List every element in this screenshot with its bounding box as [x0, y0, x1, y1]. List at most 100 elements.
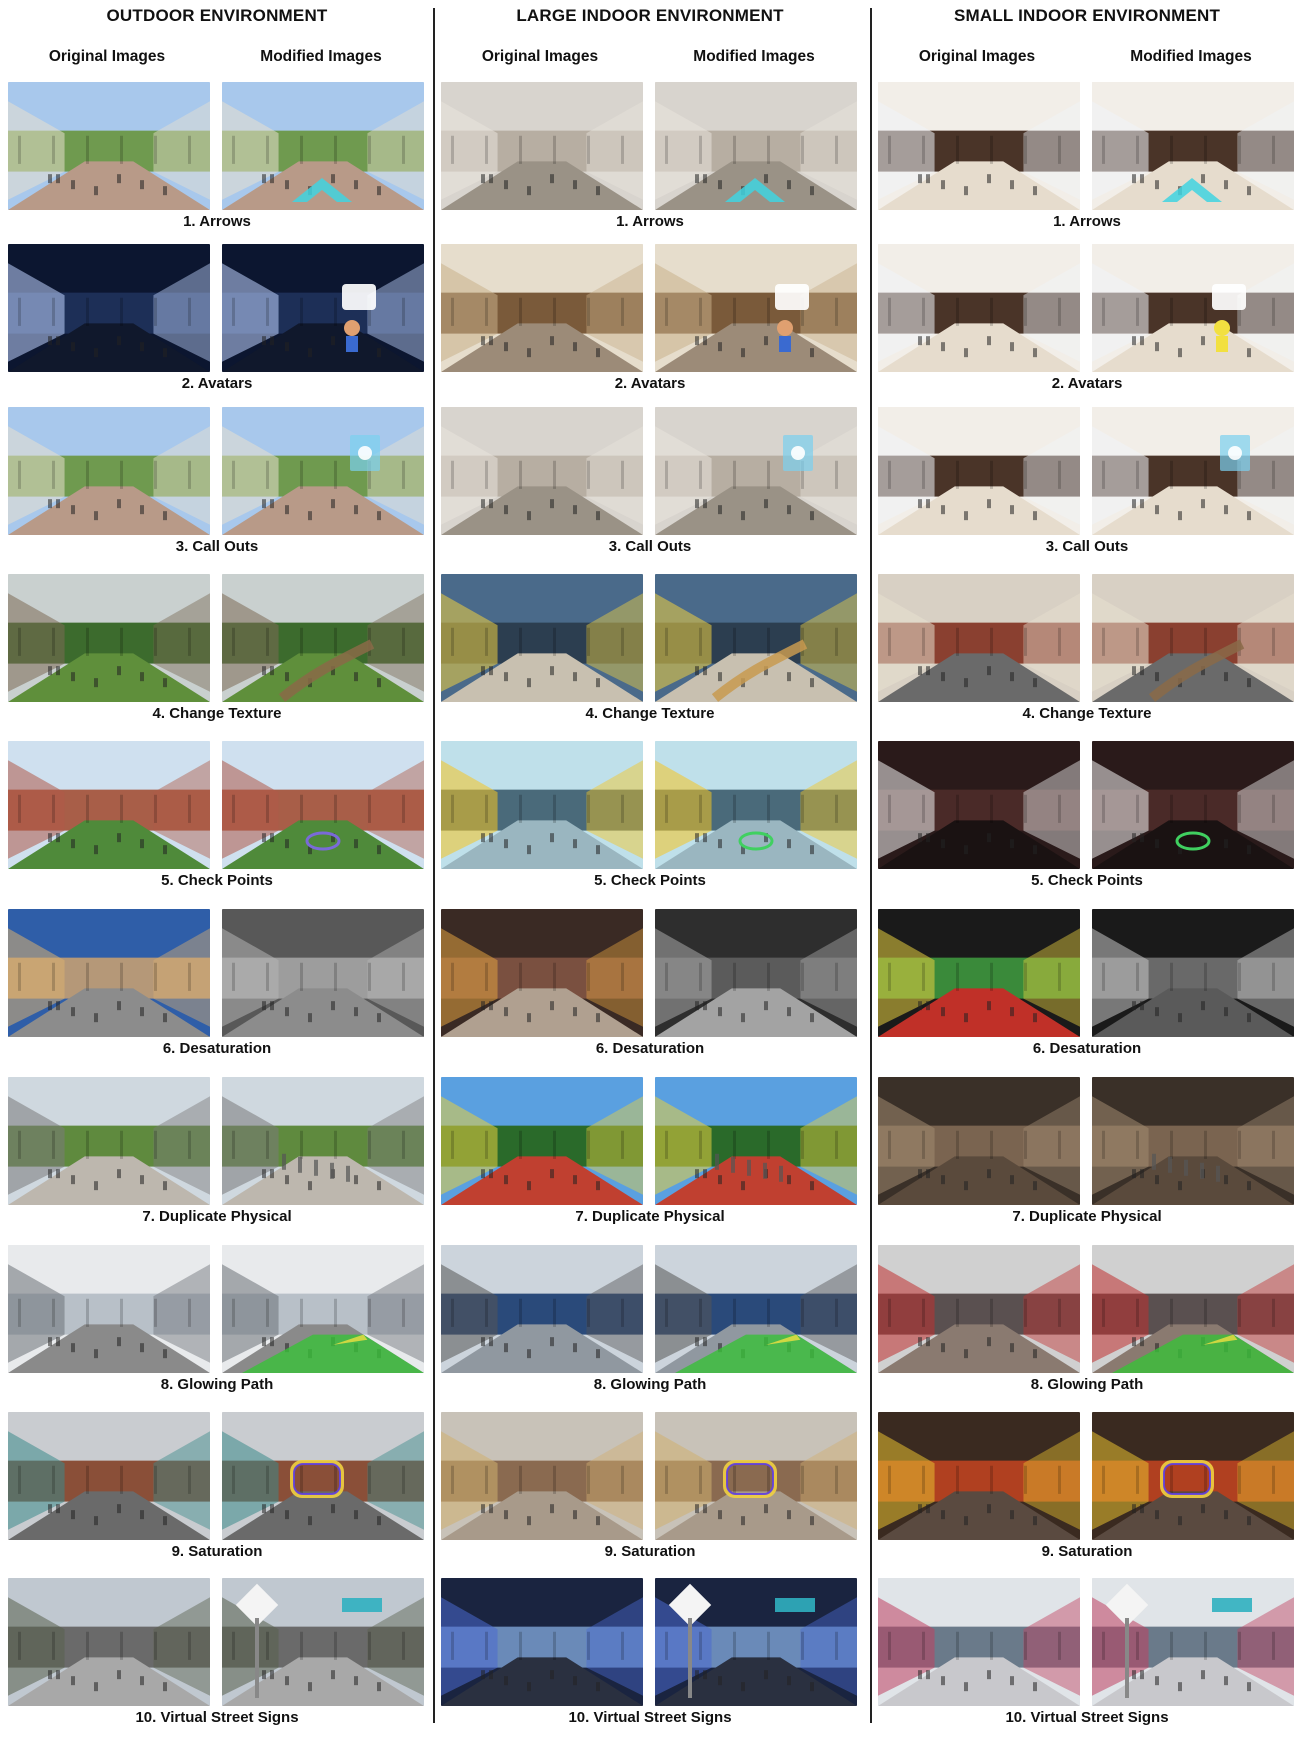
modified-image: [655, 741, 857, 869]
original-scene-photo: [441, 909, 643, 1037]
column-title: OUTDOOR ENVIRONMENT: [106, 6, 328, 25]
original-scene-photo: [8, 1578, 210, 1706]
technique-label: 4. Change Texture: [152, 705, 282, 722]
original-scene-photo: [878, 741, 1080, 869]
column-title: SMALL INDOOR ENVIRONMENT: [953, 6, 1221, 25]
modified-scene-photo: [1092, 1578, 1294, 1706]
technique-row: 4. Change Texture: [435, 574, 865, 724]
original-image: [878, 82, 1080, 210]
modified-scene-photo: [655, 1412, 857, 1540]
technique-label: 10. Virtual Street Signs: [568, 1709, 732, 1726]
technique-row: 4. Change Texture: [2, 574, 432, 724]
technique-label: 1. Arrows: [183, 213, 251, 230]
original-image: [878, 1412, 1080, 1540]
modified-scene-photo: [222, 82, 424, 210]
technique-label: 3. Call Outs: [1045, 538, 1129, 555]
technique-label: 10. Virtual Street Signs: [1005, 1709, 1169, 1726]
modified-scene-photo: [655, 244, 857, 372]
original-image: [441, 407, 643, 535]
modified-scene-photo: [1092, 574, 1294, 702]
modified-scene-photo: [655, 1245, 857, 1373]
modified-image: [1092, 82, 1294, 210]
modified-scene-photo: [1092, 1077, 1294, 1205]
modified-image: [655, 574, 857, 702]
technique-row: 10. Virtual Street Signs: [2, 1578, 432, 1728]
modified-scene-photo: [1092, 407, 1294, 535]
original-image: [8, 1077, 210, 1205]
modified-images-header: Modified Images: [693, 48, 815, 65]
technique-row: 9. Saturation: [435, 1412, 865, 1562]
modified-image: [1092, 1077, 1294, 1205]
original-image: [8, 741, 210, 869]
technique-row: 2. Avatars: [435, 244, 865, 394]
original-image: [878, 574, 1080, 702]
original-image: [8, 909, 210, 1037]
modified-image: [655, 244, 857, 372]
original-images-header: Original Images: [48, 48, 166, 65]
technique-label: 5. Check Points: [161, 872, 273, 889]
modified-image: [222, 82, 424, 210]
modified-scene-photo: [1092, 1412, 1294, 1540]
technique-label: 6. Desaturation: [595, 1040, 705, 1057]
technique-row: 2. Avatars: [2, 244, 432, 394]
modified-scene-photo: [1092, 741, 1294, 869]
modified-scene-photo: [222, 1077, 424, 1205]
original-images-header: Original Images: [481, 48, 599, 65]
technique-label: 4. Change Texture: [1022, 705, 1152, 722]
original-image: [878, 1245, 1080, 1373]
column-large-indoor: LARGE INDOOR ENVIRONMENT Original Images…: [435, 0, 865, 1740]
technique-row: 1. Arrows: [435, 82, 865, 232]
modified-images-header: Modified Images: [260, 48, 382, 65]
technique-row: 5. Check Points: [2, 741, 432, 891]
technique-label: 8. Glowing Path: [593, 1376, 707, 1393]
technique-row: 9. Saturation: [872, 1412, 1302, 1562]
original-image: [441, 1412, 643, 1540]
technique-row: 7. Duplicate Physical: [435, 1077, 865, 1227]
original-image: [441, 1578, 643, 1706]
modified-image: [1092, 244, 1294, 372]
technique-label: 1. Arrows: [1053, 213, 1121, 230]
technique-label: 2. Avatars: [614, 375, 686, 392]
original-image: [441, 244, 643, 372]
column-title: LARGE INDOOR ENVIRONMENT: [516, 6, 784, 25]
modified-scene-photo: [655, 82, 857, 210]
technique-row: 7. Duplicate Physical: [2, 1077, 432, 1227]
original-scene-photo: [441, 1578, 643, 1706]
technique-label: 1. Arrows: [616, 213, 684, 230]
technique-label: 2. Avatars: [1051, 375, 1123, 392]
original-image: [878, 741, 1080, 869]
technique-label: 4. Change Texture: [585, 705, 715, 722]
technique-label: 7. Duplicate Physical: [142, 1208, 292, 1225]
modified-image: [655, 1412, 857, 1540]
modified-scene-photo: [655, 909, 857, 1037]
original-image: [878, 1077, 1080, 1205]
modified-image: [1092, 1412, 1294, 1540]
modified-scene-photo: [655, 1578, 857, 1706]
modified-scene-photo: [655, 574, 857, 702]
original-scene-photo: [8, 574, 210, 702]
technique-row: 6. Desaturation: [435, 909, 865, 1059]
original-scene-photo: [878, 407, 1080, 535]
technique-label: 7. Duplicate Physical: [575, 1208, 725, 1225]
modified-image: [222, 1578, 424, 1706]
technique-label: 3. Call Outs: [175, 538, 259, 555]
modified-scene-photo: [1092, 909, 1294, 1037]
modified-image: [655, 1578, 857, 1706]
modified-scene-photo: [222, 407, 424, 535]
original-image: [441, 1077, 643, 1205]
original-image: [8, 82, 210, 210]
original-image: [441, 741, 643, 869]
technique-row: 5. Check Points: [872, 741, 1302, 891]
modified-image: [222, 1412, 424, 1540]
modified-image: [222, 909, 424, 1037]
original-image: [878, 1578, 1080, 1706]
modified-image: [655, 407, 857, 535]
technique-row: 1. Arrows: [872, 82, 1302, 232]
modified-scene-photo: [222, 1412, 424, 1540]
modified-scene-photo: [222, 1245, 424, 1373]
modified-scene-photo: [655, 407, 857, 535]
original-image: [8, 1412, 210, 1540]
modified-scene-photo: [222, 909, 424, 1037]
original-image: [8, 407, 210, 535]
modified-image: [222, 1245, 424, 1373]
